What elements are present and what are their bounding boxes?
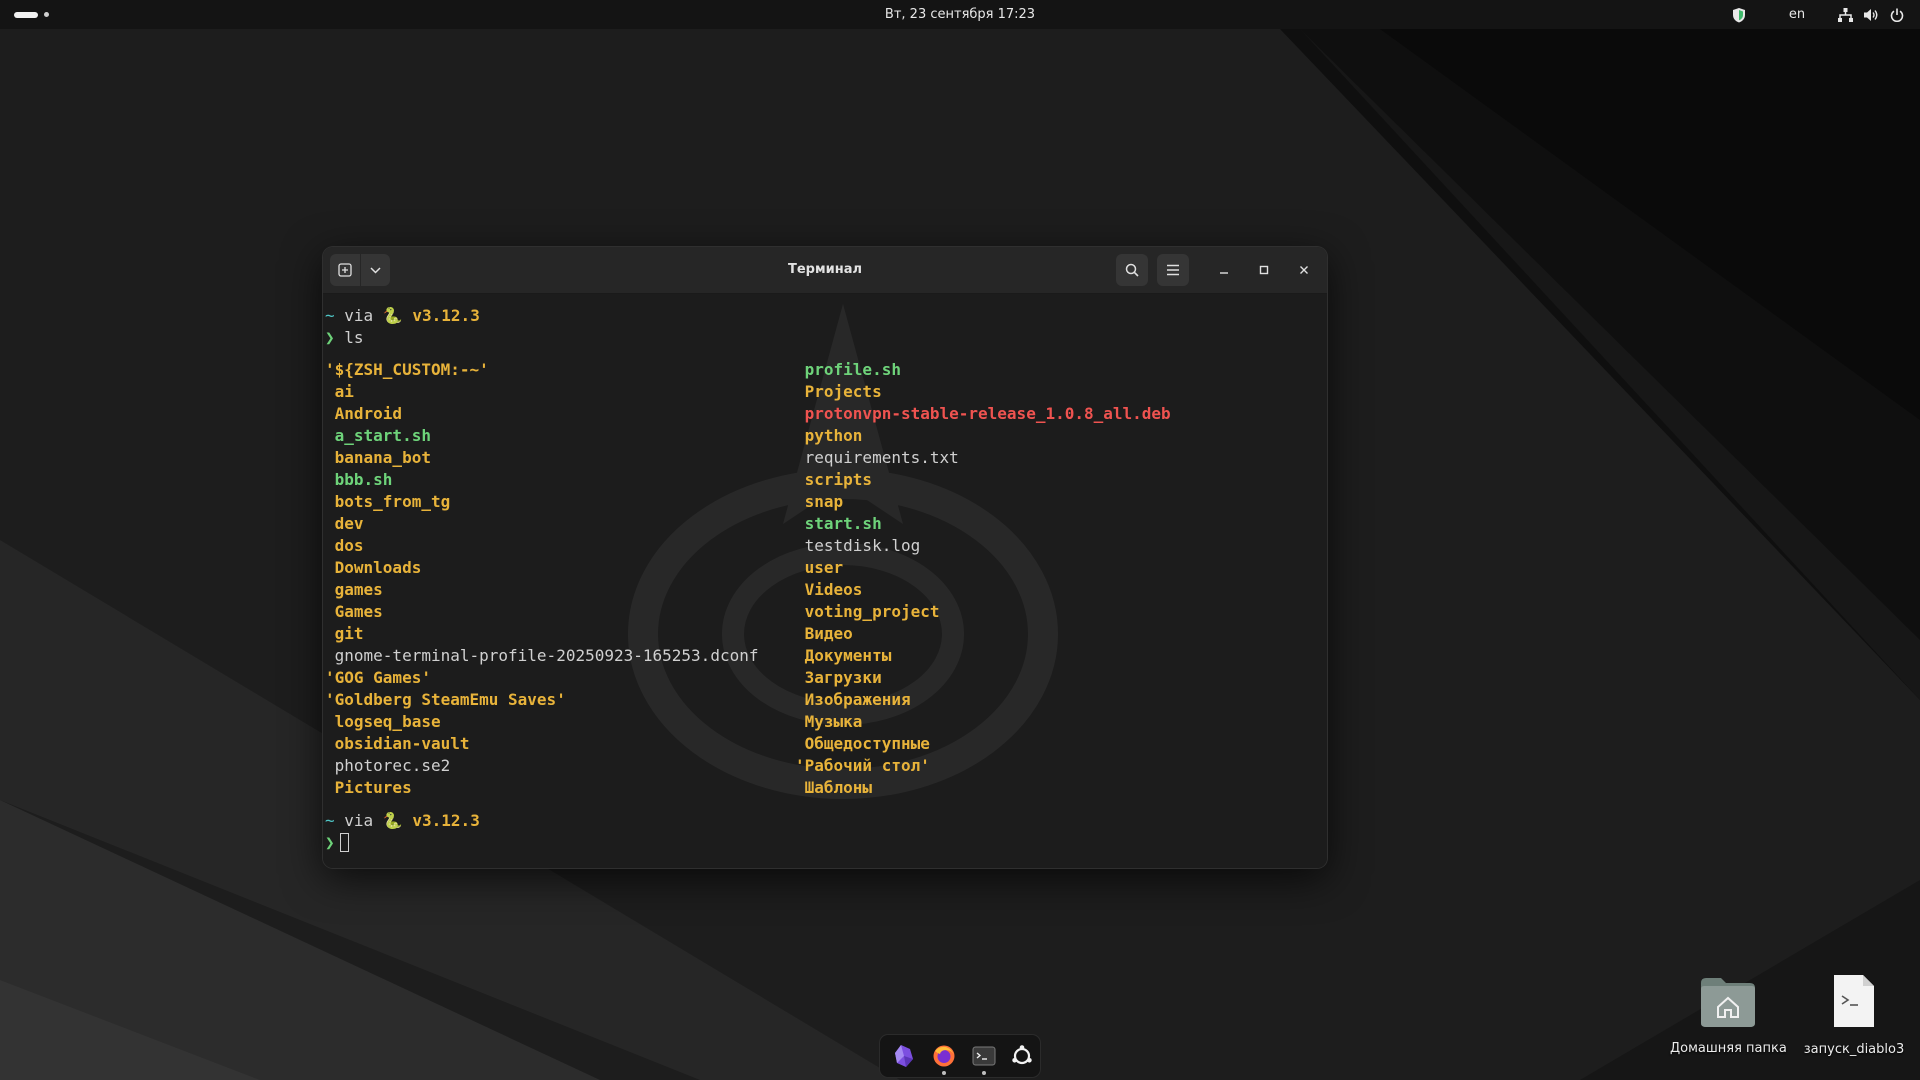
prompt-cwd: ~ [325, 811, 335, 830]
ls-entry: a_start.sh [325, 426, 431, 445]
prompt-via: via [344, 811, 374, 830]
ls-entry: protonvpn-stable-release_1.0.8_all.deb [795, 404, 1171, 423]
ls-output-right-column: profile.sh Projects protonvpn-stable-rel… [795, 359, 1171, 799]
ls-entry: Projects [795, 382, 882, 401]
prompt-cwd: ~ [325, 306, 335, 325]
search-icon[interactable] [1116, 254, 1148, 286]
top-bar: Вт, 23 сентября 17:23 en [0, 0, 1920, 29]
maximize-icon[interactable] [1251, 257, 1277, 283]
ls-entry: bots_from_tg [325, 492, 451, 511]
ls-entry: Изображения [795, 690, 911, 709]
clock[interactable]: Вт, 23 сентября 17:23 [0, 0, 1920, 29]
ls-entry: 'GOG Games' [325, 668, 431, 687]
ls-entry: Музыка [795, 712, 863, 731]
home-folder-icon [1701, 978, 1755, 1027]
system-tray[interactable]: en [1724, 0, 1910, 29]
network-icon[interactable] [1832, 0, 1858, 29]
minimize-icon[interactable] [1211, 257, 1237, 283]
ls-entry: photorec.se2 [325, 756, 451, 775]
text-cursor [339, 833, 349, 852]
ls-entry: snap [795, 492, 844, 511]
window-title: Терминал [787, 262, 862, 277]
ls-entry: scripts [795, 470, 873, 489]
python-icon: 🐍 [382, 811, 403, 830]
menu-icon[interactable] [1157, 254, 1189, 286]
ls-entry: git [325, 624, 364, 643]
terminal-icon[interactable] [968, 1040, 1000, 1075]
ls-entry: Шаблоны [795, 778, 873, 797]
python-version: v3.12.3 [412, 811, 480, 830]
firefox-icon[interactable] [928, 1040, 960, 1075]
close-icon[interactable] [1291, 257, 1317, 283]
python-icon: 🐍 [382, 306, 403, 325]
ls-entry: Pictures [325, 778, 412, 797]
ls-entry: logseq_base [325, 712, 441, 731]
ls-entry: Downloads [325, 558, 422, 577]
terminal-output[interactable]: ~ via 🐍 v3.12.3 ❯ ls '${ZSH_CUSTOM:-~' a… [323, 294, 1327, 868]
prompt-line: ~ via 🐍 v3.12.3 [325, 810, 480, 832]
ls-entry: testdisk.log [795, 536, 921, 555]
ls-entry: requirements.txt [795, 448, 959, 467]
ls-entry: banana_bot [325, 448, 431, 467]
desktop-icon-label: запуск_diablo3 [1803, 1042, 1905, 1057]
ls-entry: Games [325, 602, 383, 621]
dock [880, 1035, 1040, 1077]
script-file-icon [1834, 975, 1874, 1027]
ls-entry: dos [325, 536, 364, 555]
ls-output-left-column: '${ZSH_CUSTOM:-~' ai Android a_start.sh … [325, 359, 758, 799]
input-line[interactable]: ❯ [325, 832, 349, 854]
desktop-icon-script[interactable]: запуск_diablo3 [1796, 972, 1912, 1057]
terminal-window: Терминал ~ via 🐍 v3.12.3 ❯ ls '${ZSH_CUS… [323, 247, 1327, 868]
ls-entry: Загрузки [795, 668, 882, 687]
obsidian-icon[interactable] [888, 1040, 920, 1072]
prompt-arrow: ❯ [325, 833, 335, 852]
power-icon[interactable] [1884, 0, 1910, 29]
ls-entry: dev [325, 514, 364, 533]
prompt-via: via [344, 306, 374, 325]
datetime-label: Вт, 23 сентября 17:23 [884, 7, 1036, 22]
ls-entry: ai [325, 382, 354, 401]
ls-entry: profile.sh [795, 360, 901, 379]
command-text: ls [344, 328, 364, 347]
prompt-arrow: ❯ [325, 328, 335, 347]
ls-entry: games [325, 580, 383, 599]
ls-entry: 'Goldberg SteamEmu Saves' [325, 690, 566, 709]
prompt-line: ~ via 🐍 v3.12.3 [325, 305, 480, 327]
ls-entry: user [795, 558, 844, 577]
ls-entry: Videos [795, 580, 863, 599]
running-indicator [942, 1071, 946, 1075]
ls-entry: '${ZSH_CUSTOM:-~' [325, 360, 489, 379]
desktop-icon-label: Домашняя папка [1670, 1041, 1787, 1056]
language-label: en [1788, 7, 1806, 22]
ls-entry: Видео [795, 624, 853, 643]
ls-entry: obsidian-vault [325, 734, 470, 753]
running-indicator [982, 1071, 986, 1075]
command-line: ❯ ls [325, 327, 364, 349]
window-titlebar[interactable]: Терминал [323, 247, 1327, 294]
volume-icon[interactable] [1858, 0, 1884, 29]
ls-entry: Общедоступные [795, 734, 930, 753]
shield-icon[interactable] [1724, 0, 1754, 29]
ls-entry: 'Рабочий стол' [795, 756, 930, 775]
python-version: v3.12.3 [412, 306, 480, 325]
ls-entry: voting_project [795, 602, 940, 621]
ls-entry: python [795, 426, 863, 445]
language-indicator[interactable]: en [1772, 0, 1822, 29]
ls-entry: Документы [795, 646, 892, 665]
desktop-icon-home[interactable]: Домашняя папка [1670, 975, 1787, 1056]
settings-icon[interactable] [1006, 1040, 1038, 1072]
ls-entry: Android [325, 404, 403, 423]
ls-entry: gnome-terminal-profile-20250923-165253.d… [325, 646, 759, 665]
ls-entry: start.sh [795, 514, 882, 533]
ls-entry: bbb.sh [325, 470, 393, 489]
